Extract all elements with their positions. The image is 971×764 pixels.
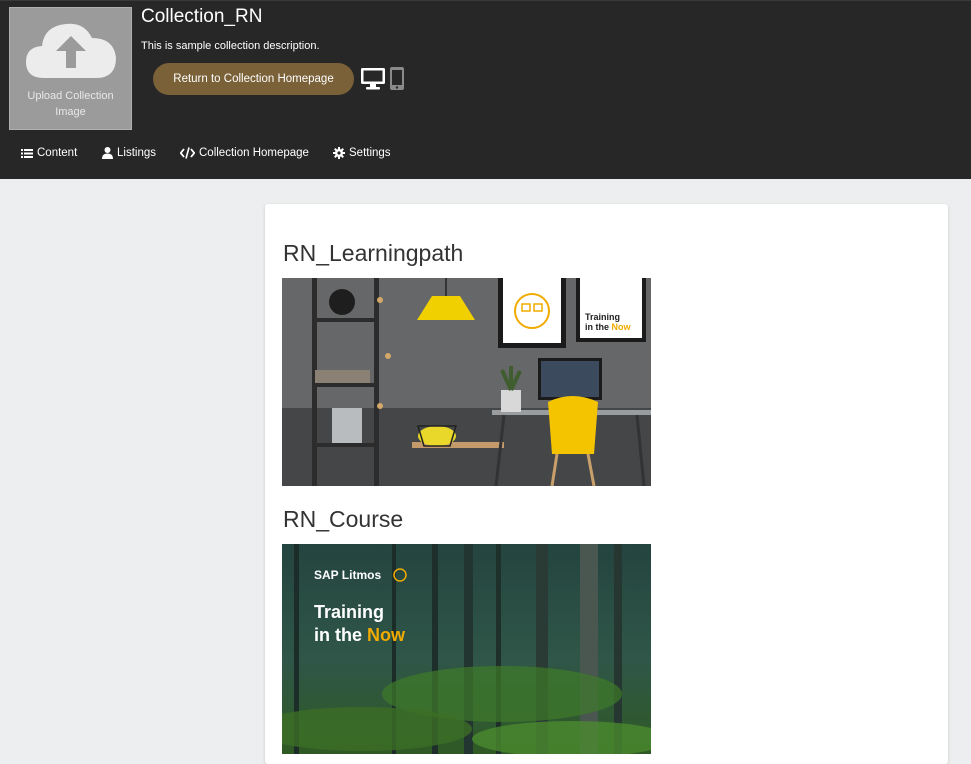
course-image: SAP Litmos Training in the Now [282,544,651,754]
tab-content[interactable]: Content [21,147,77,159]
item-title-learningpath[interactable]: RN_Learningpath [283,240,463,267]
list-icon [21,148,33,158]
collection-description: This is sample collection description. [141,40,320,52]
item-title-course[interactable]: RN_Course [283,506,403,533]
collection-title: Collection_RN [141,6,263,27]
tab-content-label: Content [37,147,78,159]
learningpath-image: Training in the Now [282,278,651,486]
course-poster-line2: in the Now [314,625,406,645]
tab-collection-homepage[interactable]: Collection Homepage [180,147,309,159]
tab-listings-label: Listings [117,147,156,159]
upload-collection-image[interactable]: Upload Collection Image [9,7,132,130]
course-poster-line1: Training [314,602,384,622]
gear-icon [333,147,345,159]
collection-header: Upload Collection Image Collection_RN Th… [0,0,971,179]
tab-settings-label: Settings [349,147,391,159]
return-to-homepage-button[interactable]: Return to Collection Homepage [153,63,354,95]
learningpath-poster-line1: Training [585,312,620,322]
collection-nav: Content Listings Collection Homepage Set… [0,141,971,169]
upload-label: Upload Collection Image [27,90,114,118]
collection-content-card: RN_Learningpath Training in the Now RN_C… [265,204,948,764]
desktop-icon[interactable] [360,67,386,91]
user-icon [102,147,113,159]
tab-listings[interactable]: Listings [102,147,156,159]
course-thumbnail[interactable]: SAP Litmos Training in the Now [282,544,651,754]
course-brand: SAP Litmos [314,568,381,582]
cloud-upload-icon [26,23,116,78]
learningpath-poster-line2: in the Now [585,322,631,332]
learningpath-thumbnail[interactable]: Training in the Now [282,278,651,486]
mobile-icon[interactable] [389,66,405,91]
code-icon [180,147,195,159]
tab-collection-homepage-label: Collection Homepage [199,147,309,159]
tab-settings[interactable]: Settings [333,147,391,159]
